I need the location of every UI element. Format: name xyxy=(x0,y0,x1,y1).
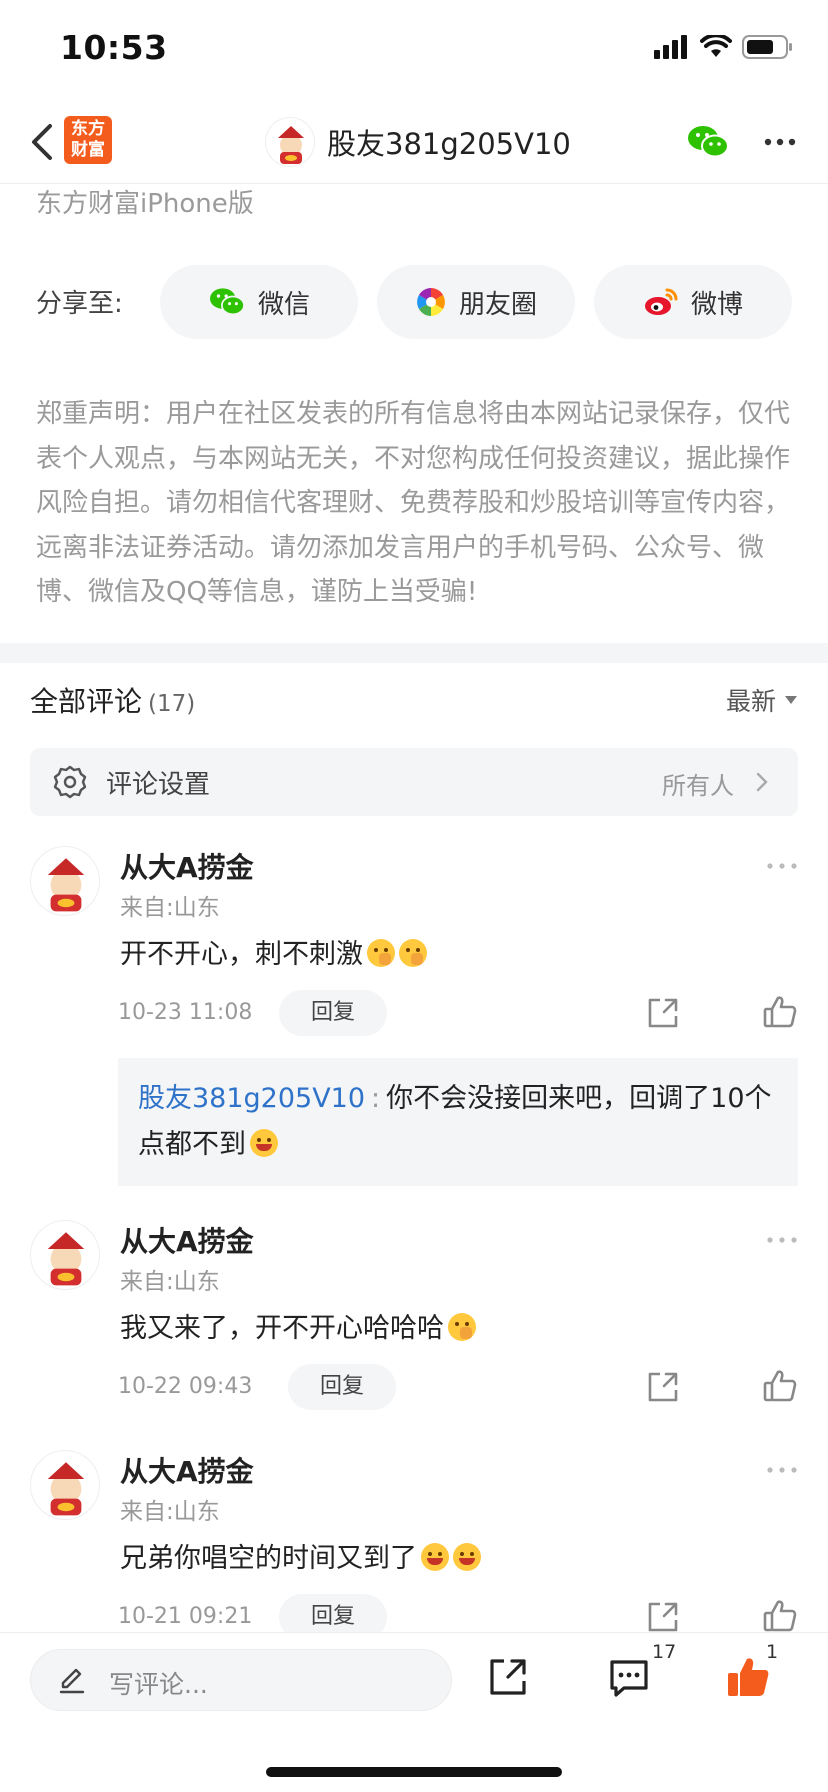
comment-location: 来自:山东 xyxy=(120,1269,220,1295)
post-source: 东方财富iPhone版 xyxy=(36,189,254,219)
share-icon[interactable] xyxy=(646,1600,680,1634)
share-wechat-button[interactable]: 微信 xyxy=(160,265,358,339)
avatar[interactable] xyxy=(30,846,100,916)
hand-over-mouth-emoji-icon xyxy=(399,939,427,967)
thumbs-up-icon[interactable] xyxy=(762,1598,798,1634)
status-bar: 10:53 xyxy=(0,0,828,100)
share-moments-button[interactable]: 朋友圈 xyxy=(377,265,575,339)
quote-colon: : xyxy=(371,1083,381,1114)
comment-count-badge: 17 xyxy=(652,1641,677,1663)
comment-settings-label: 评论设置 xyxy=(106,770,211,800)
nav-title: 股友381g205V10 xyxy=(327,127,571,161)
hand-over-mouth-emoji-icon xyxy=(367,939,395,967)
comments-header: 全部评论 (17) 最新 xyxy=(30,680,798,720)
hand-over-mouth-emoji-icon xyxy=(448,1313,476,1341)
comment-text: 我又来了，开不开心哈哈哈 xyxy=(120,1306,476,1345)
share-wechat-label: 微信 xyxy=(257,289,310,320)
share-weibo-button[interactable]: 微博 xyxy=(594,265,792,339)
gear-icon xyxy=(53,765,87,799)
comment-author[interactable]: 从大A捞金 xyxy=(120,846,254,886)
pencil-icon xyxy=(59,1668,85,1694)
god-of-wealth-avatar-icon xyxy=(47,1462,85,1516)
weibo-icon xyxy=(644,288,678,315)
thumbs-up-icon[interactable] xyxy=(762,1368,798,1404)
comment-time: 10-22 09:43 xyxy=(118,1374,253,1399)
quoted-user-link[interactable]: 股友381g205V10 xyxy=(138,1083,365,1114)
share-icon[interactable] xyxy=(646,996,680,1030)
comment-input[interactable]: 写评论... xyxy=(30,1649,452,1711)
grinning-squint-emoji-icon xyxy=(421,1543,449,1571)
comment-author[interactable]: 从大A捞金 xyxy=(120,1450,254,1490)
comment-location: 来自:山东 xyxy=(120,1499,220,1525)
comment-time: 10-21 09:21 xyxy=(118,1604,253,1629)
home-indicator[interactable] xyxy=(266,1767,562,1777)
avatar[interactable] xyxy=(265,117,315,167)
comment-settings-row[interactable]: 评论设置 所有人 xyxy=(30,748,798,816)
app-logo[interactable]: 东方 财富 xyxy=(64,116,112,164)
cellular-signal-icon xyxy=(654,35,687,59)
share-row: 分享至: 微信 朋友圈 微博 xyxy=(36,265,796,339)
status-time: 10:53 xyxy=(60,28,168,67)
thumbs-up-icon[interactable] xyxy=(762,994,798,1030)
more-icon[interactable] xyxy=(766,860,798,872)
wechat-icon[interactable] xyxy=(686,122,730,162)
comments-title: 全部评论 xyxy=(30,685,143,718)
comment-text-content: 开不开心，刺不刺激 xyxy=(120,939,363,970)
sort-label: 最新 xyxy=(725,687,776,716)
like-count-badge: 1 xyxy=(766,1641,779,1663)
share-icon[interactable] xyxy=(488,1657,528,1697)
god-of-wealth-avatar-icon xyxy=(47,858,85,912)
avatar[interactable] xyxy=(30,1450,100,1520)
thumbs-up-filled-icon[interactable] xyxy=(726,1655,770,1699)
comment-text: 开不开心，刺不刺激 xyxy=(120,932,427,971)
share-label: 分享至: xyxy=(36,289,123,319)
quoted-reply[interactable]: 股友381g205V10: 你不会没接回来吧，回调了10个点都不到 xyxy=(118,1058,798,1186)
sort-dropdown[interactable]: 最新 xyxy=(726,682,798,718)
god-of-wealth-avatar-icon xyxy=(278,126,304,164)
share-moments-label: 朋友圈 xyxy=(458,289,537,320)
avatar[interactable] xyxy=(30,1220,100,1290)
back-icon[interactable] xyxy=(24,118,64,166)
comments-count: (17) xyxy=(148,691,196,717)
comment-settings-value: 所有人 xyxy=(662,772,734,800)
chevron-right-icon xyxy=(756,772,768,792)
comment-time: 10-23 11:08 xyxy=(118,1000,253,1025)
section-divider xyxy=(0,643,828,663)
wifi-icon xyxy=(700,35,732,57)
god-of-wealth-avatar-icon xyxy=(47,1232,85,1286)
comment-input-placeholder: 写评论... xyxy=(109,1670,208,1699)
wechat-icon xyxy=(209,288,245,316)
comment-text-content: 我又来了，开不开心哈哈哈 xyxy=(120,1313,444,1344)
comment-author[interactable]: 从大A捞金 xyxy=(120,1220,254,1260)
disclaimer-text: 郑重声明：用户在社区发表的所有信息将由本网站记录保存，仅代表个人观点，与本网站无… xyxy=(36,399,791,607)
moments-icon xyxy=(417,288,445,316)
caret-down-icon xyxy=(785,696,797,704)
more-icon[interactable] xyxy=(766,1234,798,1246)
battery-icon xyxy=(742,35,792,59)
bottom-bar: 写评论... 17 1 xyxy=(0,1632,828,1792)
reply-button[interactable]: 回复 xyxy=(288,1364,396,1410)
comment-text: 兄弟你唱空的时间又到了 xyxy=(120,1536,481,1575)
comment-location: 来自:山东 xyxy=(120,895,220,921)
more-icon[interactable] xyxy=(760,122,800,162)
nav-bar: 东方 财富 股友381g205V10 xyxy=(0,100,828,184)
nav-user[interactable]: 股友381g205V10 xyxy=(265,114,571,170)
grinning-squint-emoji-icon xyxy=(453,1543,481,1571)
status-icons xyxy=(654,34,794,60)
more-icon[interactable] xyxy=(766,1464,798,1476)
comment-text-content: 兄弟你唱空的时间又到了 xyxy=(120,1543,417,1574)
grinning-squint-emoji-icon xyxy=(250,1129,278,1157)
reply-button[interactable]: 回复 xyxy=(279,990,387,1036)
share-icon[interactable] xyxy=(646,1370,680,1404)
comments-icon[interactable] xyxy=(608,1657,650,1699)
share-weibo-label: 微博 xyxy=(690,289,743,320)
